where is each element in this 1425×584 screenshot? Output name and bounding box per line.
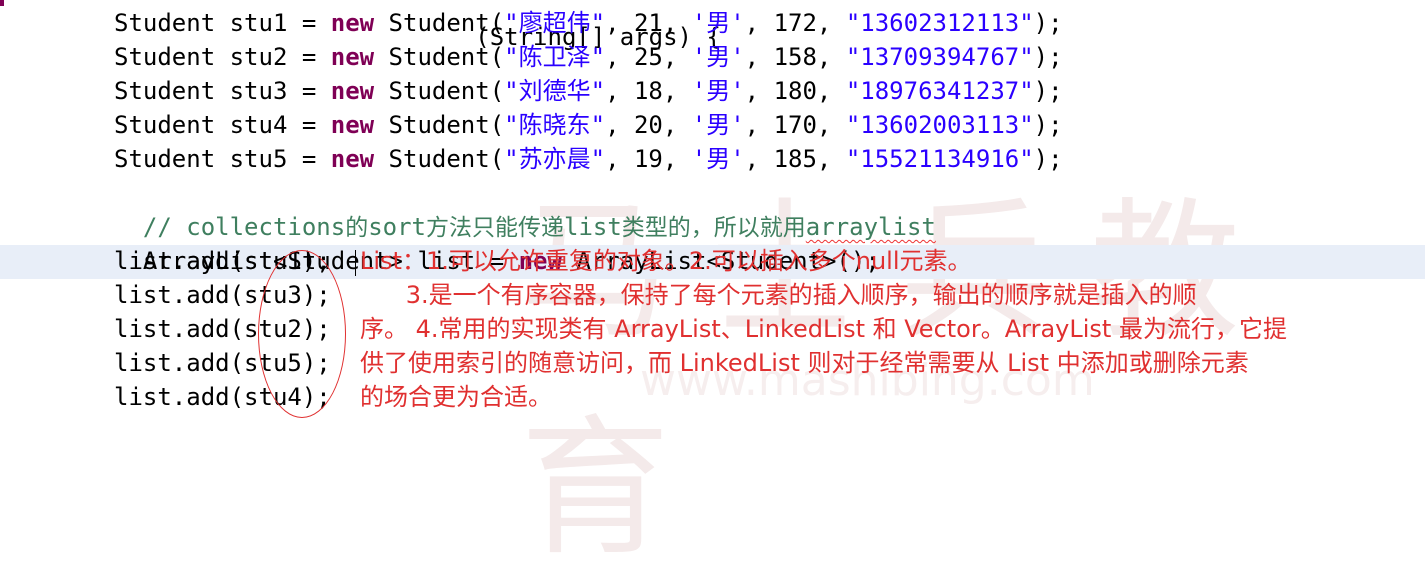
code-comment-line: // collections的sort方法只能传递list类型的，所以就用arr… [142, 213, 936, 241]
red-annotation-ellipse [258, 250, 346, 418]
annotation-line-5: 的场合更为合适。 [360, 383, 552, 411]
annotation-line-3: 序。 4.常用的实现类有 ArrayList、LinkedList 和 Vect… [360, 315, 1287, 343]
gutter-marker [0, 0, 4, 6]
code-student-line: Student stu1 = new Student("廖超伟", 21, '男… [114, 9, 1063, 37]
annotation-line-2: 3.是一个有序容器，保持了每个元素的插入顺序，输出的顺序就是插入的顺 [360, 281, 1197, 309]
code-student-line: Student stu2 = new Student("陈卫泽", 25, '男… [114, 43, 1063, 71]
code-student-line: Student stu4 = new Student("陈晓东", 20, '男… [114, 111, 1063, 139]
text-caret [355, 250, 356, 276]
annotation-line-1: List：1.可以允许重复的对象。2.可以插入多个null元素。 [360, 247, 972, 275]
code-student-line: Student stu3 = new Student("刘德华", 18, '男… [114, 77, 1063, 105]
code-arraylist-declaration: ArrayList<Student> list = new ArrayList<… [142, 247, 880, 275]
annotation-line-4: 供了使用索引的随意访问，而 LinkedList 则对于经常需要从 List 中… [360, 349, 1249, 377]
code-student-line: Student stu5 = new Student("苏亦晨", 19, '男… [114, 145, 1063, 173]
